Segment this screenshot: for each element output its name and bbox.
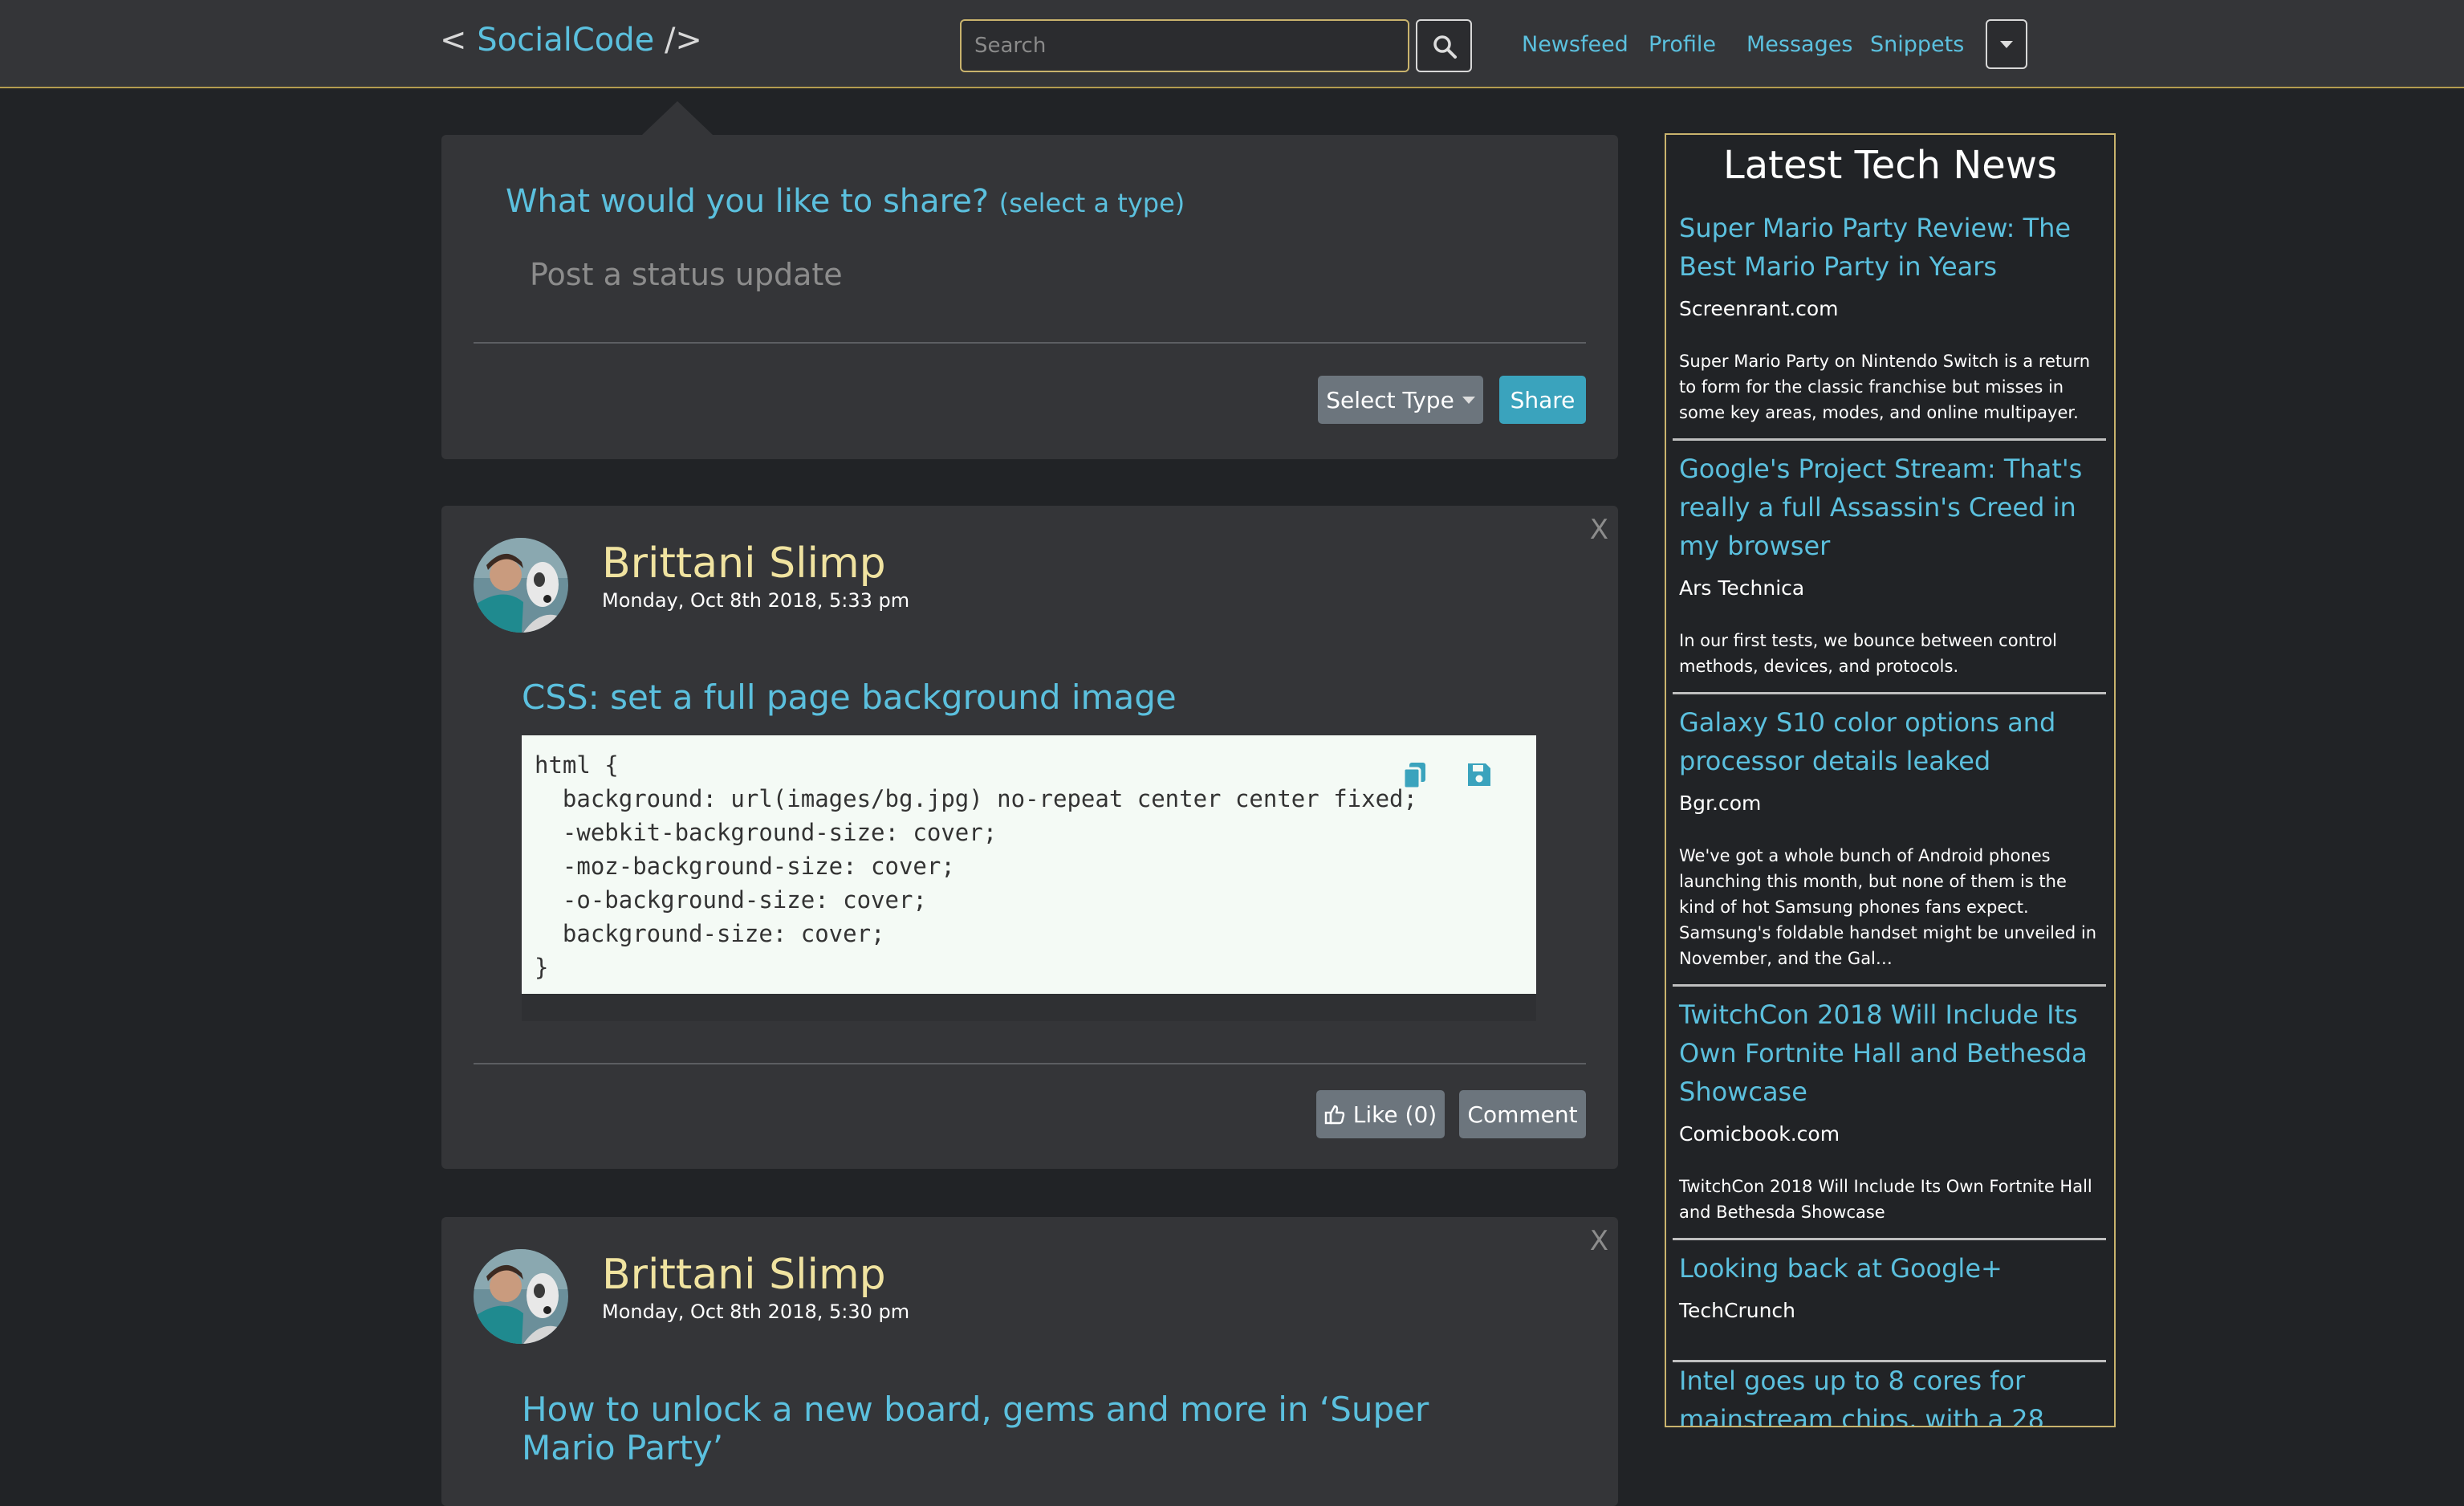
nav-dropdown-button[interactable] — [1986, 19, 2027, 69]
avatar[interactable] — [474, 1249, 568, 1344]
post-author[interactable]: Brittani Slimp — [602, 1251, 886, 1299]
tech-news-panel: Latest Tech News Super Mario Party Revie… — [1665, 133, 2116, 1427]
news-divider — [1673, 692, 2106, 694]
avatar[interactable] — [474, 538, 568, 633]
news-description: TwitchCon 2018 Will Include Its Own Fort… — [1679, 1177, 2092, 1222]
news-heading: Latest Tech News — [1722, 143, 2058, 188]
code-text: html { background: url(images/bg.jpg) no… — [535, 751, 1417, 981]
post-title[interactable]: CSS: set a full page background image — [522, 678, 1177, 717]
news-title[interactable]: Looking back at Google+ — [1679, 1249, 2104, 1288]
caret-down-icon — [2000, 40, 2013, 48]
news-source: Bgr.com — [1679, 792, 1762, 815]
share-box-pointer — [642, 101, 713, 135]
news-divider — [1673, 984, 2106, 987]
top-navbar: < SocialCode /> Newsfeed Profile Message… — [0, 0, 2464, 88]
like-button[interactable]: Like (0) — [1316, 1090, 1445, 1138]
news-title[interactable]: Intel goes up to 8 cores for mainstream … — [1679, 1362, 2104, 1426]
nav-newsfeed[interactable]: Newsfeed — [1522, 32, 1628, 57]
news-divider — [1673, 1238, 2106, 1240]
post-divider — [474, 1063, 1586, 1064]
search-icon — [1433, 35, 1457, 59]
select-type-label: Select Type — [1326, 386, 1454, 413]
brand-logo[interactable]: < SocialCode /> — [440, 22, 702, 59]
news-source: Comicbook.com — [1679, 1122, 1840, 1146]
news-title[interactable]: Galaxy S10 color options and processor d… — [1679, 703, 2104, 780]
post-card: Brittani Slimp Monday, Oct 8th 2018, 5:3… — [441, 506, 1618, 1169]
news-title[interactable]: Super Mario Party Review: The Best Mario… — [1679, 209, 2104, 286]
news-divider — [1673, 438, 2106, 441]
close-post-button[interactable]: X — [1590, 514, 1608, 546]
brand-name: SocialCode — [477, 22, 655, 59]
status-update-input[interactable]: Post a status update — [530, 257, 843, 292]
copy-icon[interactable] — [1401, 761, 1429, 790]
nav-profile[interactable]: Profile — [1649, 32, 1716, 57]
like-label: Like (0) — [1352, 1101, 1437, 1128]
thumbs-up-icon — [1324, 1105, 1344, 1125]
select-type-button[interactable]: Select Type — [1318, 376, 1483, 424]
news-description: Super Mario Party on Nintendo Switch is … — [1679, 352, 2091, 422]
post-title[interactable]: How to unlock a new board, gems and more… — [522, 1390, 1517, 1467]
select-type-link[interactable]: (select a type) — [999, 188, 1185, 218]
nav-snippets[interactable]: Snippets — [1870, 32, 1964, 57]
code-snippet-footer — [522, 994, 1536, 1021]
brand-close: /> — [664, 22, 702, 59]
share-prompt: What would you like to share? (select a … — [506, 183, 1185, 220]
news-title[interactable]: Google's Project Stream: That's really a… — [1679, 450, 2104, 565]
news-description: In our first tests, we bounce between co… — [1679, 631, 2057, 676]
news-source: TechCrunch — [1679, 1299, 1796, 1322]
share-button[interactable]: Share — [1499, 376, 1586, 424]
nav-messages[interactable]: Messages — [1746, 32, 1852, 57]
post-card: Brittani Slimp Monday, Oct 8th 2018, 5:3… — [441, 1217, 1618, 1506]
post-author[interactable]: Brittani Slimp — [602, 539, 886, 588]
caret-down-icon — [1462, 396, 1475, 404]
share-box: What would you like to share? (select a … — [441, 135, 1618, 459]
news-title[interactable]: TwitchCon 2018 Will Include Its Own Fort… — [1679, 995, 2104, 1111]
news-source: Ars Technica — [1679, 576, 1805, 600]
comment-button[interactable]: Comment — [1459, 1090, 1586, 1138]
news-description: We've got a whole bunch of Android phone… — [1679, 846, 2097, 968]
post-date: Monday, Oct 8th 2018, 5:33 pm — [602, 589, 910, 612]
search-input[interactable] — [960, 19, 1409, 72]
post-date: Monday, Oct 8th 2018, 5:30 pm — [602, 1300, 910, 1323]
save-icon[interactable] — [1466, 761, 1493, 788]
brand-open: < — [440, 22, 467, 59]
search-button[interactable] — [1416, 19, 1472, 72]
share-divider — [474, 342, 1586, 344]
close-post-button[interactable]: X — [1590, 1225, 1608, 1257]
share-prompt-text: What would you like to share? — [506, 183, 990, 220]
comment-label: Comment — [1467, 1101, 1578, 1128]
code-snippet: html { background: url(images/bg.jpg) no… — [522, 735, 1536, 994]
share-label: Share — [1510, 386, 1576, 413]
news-source: Screenrant.com — [1679, 297, 1839, 320]
